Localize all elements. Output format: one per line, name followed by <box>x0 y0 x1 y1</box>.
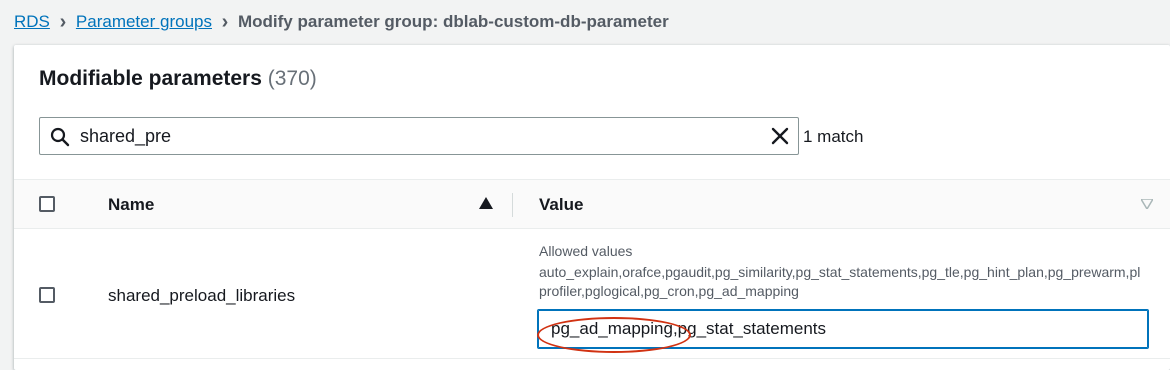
search-icon <box>50 127 70 147</box>
search-box <box>39 117 799 155</box>
select-all-checkbox[interactable] <box>39 196 55 212</box>
sort-descending-icon[interactable] <box>1141 199 1153 209</box>
panel-title: Modifiable parameters (370) <box>39 67 317 91</box>
breadcrumb-current-page: Modify parameter group: dblab-custom-db-… <box>237 12 669 31</box>
parameter-value-input[interactable] <box>551 310 1141 348</box>
column-divider[interactable] <box>512 193 513 217</box>
breadcrumb-parameter-groups-link[interactable]: Parameter groups <box>76 12 212 32</box>
parameter-name: shared_preload_libraries <box>108 286 296 305</box>
rds-page: RDS › Parameter groups › Modify paramete… <box>0 0 1170 370</box>
panel-title-text: Modifiable parameters <box>39 67 262 90</box>
breadcrumb-rds-link[interactable]: RDS <box>14 12 50 32</box>
table-row: shared_preload_libraries Allowed values … <box>14 229 1170 359</box>
close-icon[interactable] <box>770 126 790 146</box>
parameter-count: (370) <box>267 67 317 90</box>
column-header-value[interactable]: Value <box>539 195 583 215</box>
row-select-checkbox[interactable] <box>39 287 55 303</box>
search-input[interactable] <box>80 118 750 154</box>
search-match-count: 1 match <box>803 127 864 146</box>
allowed-values-list: auto_explain,orafce,pgaudit,pg_similarit… <box>539 264 1141 299</box>
modifiable-parameters-panel: Modifiable parameters (370) 1 match Name <box>14 45 1170 370</box>
allowed-values-label: Allowed values <box>539 243 633 259</box>
value-input-wrapper <box>537 309 1149 349</box>
breadcrumb: RDS › Parameter groups › Modify paramete… <box>14 9 669 35</box>
column-header-name[interactable]: Name <box>108 195 154 215</box>
chevron-right-icon: › <box>59 11 67 33</box>
table-header: Name Value <box>14 179 1170 229</box>
chevron-right-icon: › <box>221 11 229 33</box>
sort-ascending-icon[interactable] <box>479 197 493 209</box>
